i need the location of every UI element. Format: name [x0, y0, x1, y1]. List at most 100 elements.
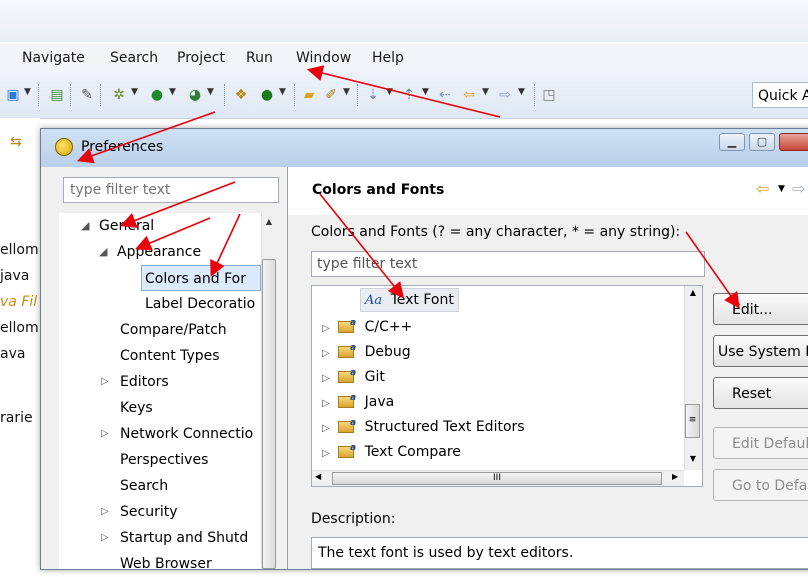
dropdown-icon[interactable]: ▼	[482, 87, 489, 97]
edit-pencil-icon[interactable]: ✐	[322, 86, 340, 104]
scroll-up-icon[interactable]: ▲	[686, 288, 700, 297]
next-annotation-icon[interactable]: ⇣	[364, 86, 382, 104]
dropdown-icon[interactable]: ▼	[279, 87, 286, 97]
scroll-up-icon[interactable]: ▲	[262, 215, 276, 229]
tree-item-search[interactable]: Search	[120, 473, 168, 499]
scroll-right-icon[interactable]: ▶	[672, 472, 678, 481]
dropdown-icon[interactable]: ▼	[386, 87, 393, 97]
edit-default-button[interactable]: Edit Default	[713, 427, 808, 459]
pane-divider[interactable]	[287, 167, 288, 569]
new-file-icon[interactable]: ▤	[48, 86, 66, 104]
tree-item-java[interactable]: ▷ Java	[322, 386, 394, 415]
dropdown-icon[interactable]: ▼	[518, 87, 525, 97]
tree-item-keys[interactable]: Keys	[120, 395, 153, 421]
toolbar-separator	[534, 84, 536, 106]
description-label: Description:	[311, 511, 396, 527]
menu-navigate[interactable]: Navigate	[22, 50, 85, 66]
collapsed-icon[interactable]: ▷	[322, 398, 330, 409]
debug-icon[interactable]: ✲	[110, 86, 128, 104]
expanded-icon[interactable]: ◢	[99, 239, 107, 265]
close-icon[interactable]	[779, 133, 808, 151]
forward-icon[interactable]: ⇨	[496, 86, 514, 104]
collapsed-icon[interactable]: ▷	[101, 369, 109, 395]
dropdown-icon[interactable]: ▼	[343, 87, 350, 97]
menu-search[interactable]: Search	[110, 50, 158, 66]
open-perspective-icon[interactable]: ◳	[540, 86, 558, 104]
tree-item-compare-patch[interactable]: Compare/Patch	[120, 317, 227, 343]
dropdown-icon[interactable]: ▼	[207, 87, 214, 97]
tree-item-perspectives[interactable]: Perspectives	[120, 447, 208, 473]
maximize-icon[interactable]: ▢	[749, 133, 775, 151]
menu-help[interactable]: Help	[372, 50, 404, 66]
tree-item-startup-and-shutdown[interactable]: ▷ Startup and Shutd	[101, 525, 248, 551]
main-toolbar: ▣ ▼ ▤ ✎ ✲ ▼ ● ▼ ◕ ▼ ❖ ● ▼ ▰ ✐ ▼ ⇣ ▼ ⇡ ▼ …	[0, 72, 808, 119]
pin-icon[interactable]: ✎	[78, 86, 96, 104]
back-icon[interactable]: ⇦	[460, 86, 478, 104]
collapsed-icon[interactable]: ▷	[101, 499, 109, 525]
dropdown-icon[interactable]: ▼	[131, 87, 138, 97]
expanded-icon[interactable]: ◢	[81, 213, 89, 239]
use-system-font-button[interactable]: Use System Fo	[713, 335, 808, 367]
dialog-titlebar[interactable]: Preferences ▁ ▢	[41, 129, 808, 167]
collapsed-icon[interactable]: ▷	[322, 373, 330, 384]
dropdown-icon[interactable]: ▼	[24, 87, 31, 97]
folder-icon	[338, 311, 356, 336]
tree-item-network-connections[interactable]: ▷ Network Connectio	[101, 421, 253, 447]
colors-tree-vscrollbar[interactable]	[684, 286, 702, 470]
tree-item-content-types[interactable]: Content Types	[120, 343, 220, 369]
collapsed-icon[interactable]: ▷	[101, 525, 109, 551]
go-to-default-button[interactable]: Go to Defa	[713, 469, 808, 501]
minimize-icon[interactable]: ▁	[719, 133, 745, 151]
colors-tree-vscroll-thumb[interactable]: ≡	[685, 404, 700, 438]
colors-filter-input[interactable]: type filter text	[311, 251, 705, 277]
toolbar-separator	[224, 84, 226, 106]
prev-annotation-icon[interactable]: ⇡	[400, 86, 418, 104]
colors-tree-hscroll-thumb[interactable]: III	[332, 472, 662, 485]
external-tools-icon[interactable]: ◕	[186, 86, 204, 104]
menu-project[interactable]: Project	[177, 50, 225, 66]
tree-item-debug[interactable]: ▷ Debug	[322, 336, 411, 365]
forward-arrow-icon[interactable]: ⇨	[792, 179, 805, 198]
tree-item-appearance[interactable]: ◢ Appearance	[99, 239, 201, 265]
tree-item-text-font[interactable]: Aa Text Font	[360, 288, 459, 312]
open-folder-icon[interactable]: ▰	[300, 86, 318, 104]
tree-item-editors[interactable]: ▷ Editors	[101, 369, 169, 395]
collapsed-icon[interactable]: ▷	[322, 448, 330, 459]
dropdown-icon[interactable]: ▼	[169, 87, 176, 97]
collapsed-icon[interactable]: ▷	[101, 421, 109, 447]
dropdown-icon[interactable]: ▼	[778, 184, 785, 194]
scroll-down-icon[interactable]: ▼	[686, 454, 700, 463]
reset-button[interactable]: Reset	[713, 377, 808, 409]
tree-scrollbar-thumb[interactable]	[262, 259, 276, 569]
dropdown-icon[interactable]: ▼	[422, 87, 429, 97]
preferences-tree: ◢ General ◢ Appearance Colors and For La…	[59, 213, 279, 572]
dialog-title: Preferences	[81, 139, 164, 155]
last-edit-icon[interactable]: ⇠	[436, 86, 454, 104]
tree-item-colors-and-fonts[interactable]: Colors and For	[141, 265, 261, 291]
new-class-icon[interactable]: ●	[258, 86, 276, 104]
quick-access-input[interactable]: Quick A	[752, 82, 808, 108]
menu-window[interactable]: Window	[296, 50, 351, 66]
collapsed-icon[interactable]: ▷	[322, 423, 330, 434]
edit-button[interactable]: Edit...	[713, 293, 808, 325]
preferences-filter-input[interactable]	[63, 177, 279, 203]
tree-item-label-decorations[interactable]: Label Decoratio	[145, 291, 255, 317]
folder-icon	[338, 436, 356, 461]
tree-item-web-browser[interactable]: Web Browser	[120, 551, 212, 577]
collapsed-icon[interactable]: ▷	[322, 348, 330, 359]
collapsed-icon[interactable]: ▷	[322, 323, 330, 334]
tree-item-security[interactable]: ▷ Security	[101, 499, 178, 525]
tree-item-text-compare[interactable]: ▷ Text Compare	[322, 436, 461, 465]
toolbar-separator	[357, 84, 359, 106]
save-icon[interactable]: ▣	[4, 86, 22, 104]
run-icon[interactable]: ●	[148, 86, 166, 104]
folder-icon	[338, 386, 356, 411]
tree-item-general[interactable]: ◢ General	[81, 213, 154, 239]
link-editor-icon[interactable]: ⇆	[10, 134, 22, 150]
tree-item-cpp[interactable]: ▷ C/C++	[322, 311, 412, 340]
menu-run[interactable]: Run	[246, 50, 273, 66]
background-text: va Fil	[0, 294, 38, 310]
back-arrow-icon[interactable]: ⇦	[756, 179, 769, 198]
new-package-icon[interactable]: ❖	[232, 86, 250, 104]
scroll-left-icon[interactable]: ◀	[315, 472, 321, 481]
